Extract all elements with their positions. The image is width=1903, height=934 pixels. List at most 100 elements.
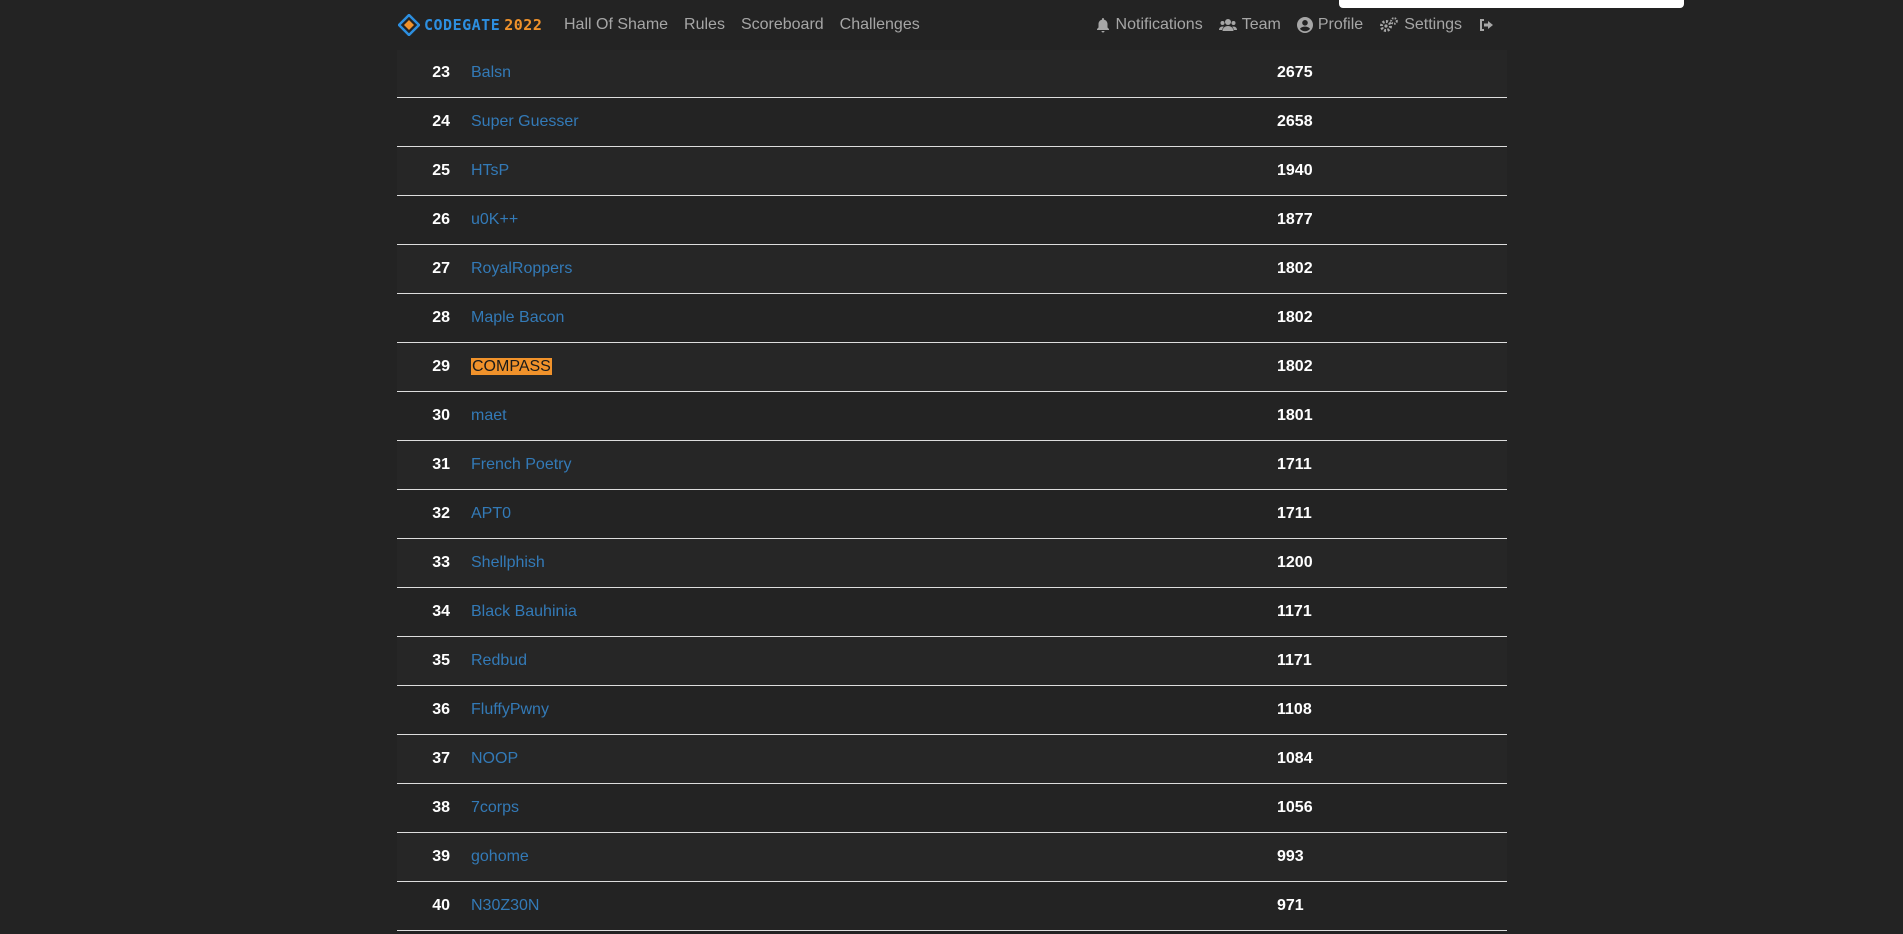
nav-team-label: Team — [1241, 16, 1281, 33]
table-row: 25 HTsP 1940 — [397, 147, 1507, 196]
table-row: 23 Balsn 2675 — [397, 49, 1507, 98]
table-row: 39 gohome 993 — [397, 833, 1507, 882]
nav-settings-label: Settings — [1404, 16, 1462, 33]
team-link[interactable]: French Poetry — [471, 441, 571, 489]
table-row: 29 COMPASS 1802 — [397, 343, 1507, 392]
team-link[interactable]: Shellphish — [471, 539, 545, 587]
sign-out-icon — [1480, 19, 1493, 31]
rank-cell: 27 — [432, 260, 450, 277]
score-cell: 2658 — [1277, 113, 1313, 130]
score-cell: 1802 — [1277, 309, 1313, 326]
team-link[interactable]: 7corps — [471, 784, 519, 832]
score-cell: 1802 — [1277, 358, 1313, 375]
table-row: 33 Shellphish 1200 — [397, 539, 1507, 588]
team-name: COMPASS — [471, 358, 552, 375]
team-link[interactable]: Redbud — [471, 637, 527, 685]
logout-button[interactable] — [1478, 17, 1494, 33]
cogs-icon — [1380, 17, 1398, 32]
team-name: Shellphish — [471, 554, 545, 571]
team-name: HTsP — [471, 162, 510, 179]
score-cell: 1056 — [1277, 799, 1313, 816]
table-row: 32 APT0 1711 — [397, 490, 1507, 539]
table-row: 24 Super Guesser 2658 — [397, 98, 1507, 147]
rank-cell: 28 — [432, 309, 450, 326]
score-cell: 1877 — [1277, 211, 1313, 228]
team-name: Black Bauhinia — [471, 603, 577, 620]
team-name: u0K++ — [471, 211, 519, 228]
rank-cell: 36 — [432, 701, 450, 718]
team-name: APT0 — [471, 505, 512, 522]
team-link[interactable]: RoyalRoppers — [471, 245, 572, 293]
rank-cell: 33 — [432, 554, 450, 571]
score-cell: 1108 — [1277, 701, 1312, 718]
rank-cell: 39 — [432, 848, 450, 865]
brand-name: CODEGATE — [424, 16, 501, 34]
table-row: 40 N30Z30N 971 — [397, 882, 1507, 931]
nav-hall-of-shame[interactable]: Hall Of Shame — [564, 16, 668, 34]
team-link[interactable]: Black Bauhinia — [471, 588, 577, 636]
nav-settings[interactable]: Settings — [1379, 16, 1462, 34]
team-name: maet — [471, 407, 507, 424]
table-row: 26 u0K++ 1877 — [397, 196, 1507, 245]
team-link[interactable]: Super Guesser — [471, 98, 579, 146]
rank-cell: 37 — [432, 750, 450, 767]
rank-cell: 31 — [432, 456, 450, 473]
team-name: Maple Bacon — [471, 309, 565, 326]
team-name: 7corps — [471, 799, 520, 816]
scoreboard-table: 23 Balsn 2675 24 Super Guesser 2658 25 HTsP 1940… — [397, 49, 1507, 931]
team-link[interactable]: u0K++ — [471, 196, 518, 244]
rank-cell: 35 — [432, 652, 450, 669]
table-row: 30 maet 1801 — [397, 392, 1507, 441]
team-link[interactable]: maet — [471, 392, 507, 440]
table-row: 27 RoyalRoppers 1802 — [397, 245, 1507, 294]
brand-logo[interactable]: CODEGATE 2022 — [398, 13, 542, 37]
team-name: FluffyPwny — [471, 701, 549, 718]
rank-cell: 38 — [432, 799, 450, 816]
team-link[interactable]: Balsn — [471, 49, 511, 97]
nav-scoreboard[interactable]: Scoreboard — [741, 16, 824, 34]
team-link[interactable]: NOOP — [471, 735, 518, 783]
rank-cell: 29 — [432, 358, 450, 375]
score-cell: 1940 — [1277, 162, 1313, 179]
score-cell: 1801 — [1277, 407, 1313, 424]
nav-profile-label: Profile — [1317, 16, 1364, 33]
team-link[interactable]: FluffyPwny — [471, 686, 549, 734]
score-cell: 1711 — [1277, 456, 1312, 473]
rank-cell: 26 — [432, 211, 450, 228]
table-row: 37 NOOP 1084 — [397, 735, 1507, 784]
table-row: 28 Maple Bacon 1802 — [397, 294, 1507, 343]
score-cell: 1200 — [1277, 554, 1313, 571]
team-name: gohome — [471, 848, 529, 865]
rank-cell: 24 — [432, 113, 450, 130]
main-nav: Hall Of Shame Rules Scoreboard Challenge… — [564, 0, 920, 50]
user-circle-icon — [1296, 17, 1313, 33]
table-row: 35 Redbud 1171 — [397, 637, 1507, 686]
team-link[interactable]: COMPASS — [471, 343, 552, 391]
table-row: 36 FluffyPwny 1108 — [397, 686, 1507, 735]
rank-cell: 32 — [432, 505, 450, 522]
score-cell: 971 — [1277, 897, 1304, 914]
team-name: N30Z30N — [471, 897, 540, 914]
score-cell: 993 — [1277, 848, 1304, 865]
rank-cell: 30 — [432, 407, 450, 424]
team-link[interactable]: gohome — [471, 833, 529, 881]
team-name: French Poetry — [471, 456, 572, 473]
nav-team[interactable]: Team — [1218, 16, 1281, 34]
team-link[interactable]: Maple Bacon — [471, 294, 564, 342]
rank-cell: 40 — [432, 897, 450, 914]
score-cell: 2675 — [1277, 64, 1313, 81]
nav-rules[interactable]: Rules — [684, 16, 725, 34]
team-link[interactable]: APT0 — [471, 490, 511, 538]
nav-profile[interactable]: Profile — [1296, 16, 1364, 34]
search-input-fragment[interactable] — [1339, 0, 1684, 8]
team-link[interactable]: HTsP — [471, 147, 509, 195]
nav-notifications[interactable]: Notifications — [1095, 16, 1203, 34]
codegate-logo-icon — [398, 14, 420, 36]
score-cell: 1171 — [1277, 652, 1312, 669]
nav-notifications-label: Notifications — [1115, 16, 1203, 33]
nav-challenges[interactable]: Challenges — [840, 16, 920, 34]
team-link[interactable]: N30Z30N — [471, 882, 539, 930]
score-cell: 1711 — [1277, 505, 1312, 522]
brand-year: 2022 — [504, 16, 543, 34]
bell-icon — [1096, 18, 1109, 33]
